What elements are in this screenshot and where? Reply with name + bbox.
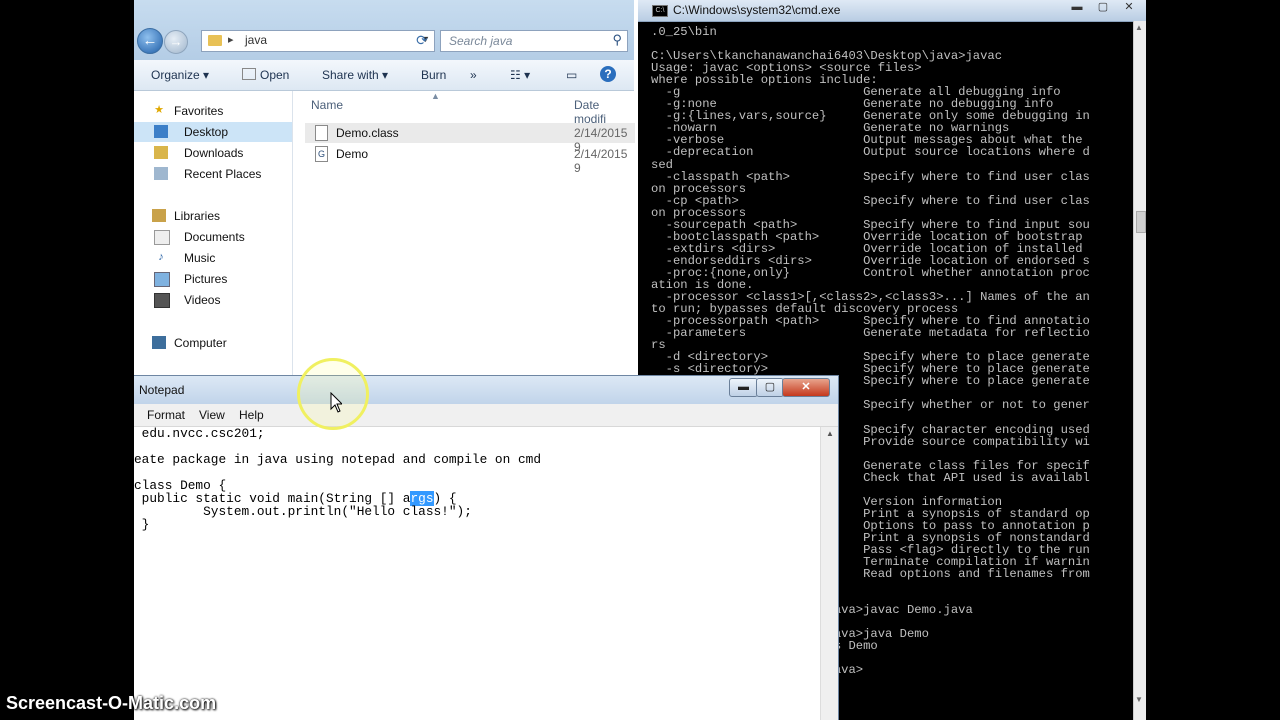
menu-help[interactable]: Help [239, 408, 264, 422]
notepad-window: Notepad ▬ ▢ ✕ Format View Help edu.nvcc.… [134, 375, 839, 720]
menu-bar: Format View Help [134, 404, 838, 427]
address-path: java [245, 33, 268, 47]
file-list: Name ▲ Date modifi Demo.class 2/14/2015 … [293, 91, 635, 380]
nav-item-recent-places[interactable]: Recent Places [134, 164, 292, 184]
organize-button[interactable]: Organize ▾ [151, 68, 209, 82]
nav-item-label: Pictures [184, 272, 228, 286]
music-icon: ♪ [158, 251, 164, 263]
documents-icon [154, 230, 170, 245]
scroll-up-icon[interactable]: ▲ [826, 429, 834, 438]
maximize-button[interactable]: ▢ [1090, 0, 1116, 15]
navigation-pane: ★ Favorites Desktop Downloads Recent Pla… [134, 91, 293, 380]
more-commands-button[interactable]: » [470, 68, 477, 82]
file-date: 2/14/2015 9 [574, 147, 628, 175]
close-button[interactable]: ✕ [782, 378, 830, 397]
nav-item-label: Documents [184, 230, 245, 244]
nav-item-label: Desktop [184, 125, 229, 139]
close-button[interactable]: ✕ [1116, 0, 1142, 15]
scroll-up-icon[interactable]: ▲ [1135, 23, 1143, 32]
java-file-icon: G [315, 146, 328, 162]
notepad-scrollbar[interactable]: ▲ [820, 427, 838, 720]
open-button[interactable]: Open [242, 68, 289, 82]
nav-favorites[interactable]: ★ Favorites [134, 101, 292, 121]
file-icon [315, 125, 328, 141]
recent-places-icon [154, 167, 168, 180]
menu-view[interactable]: View [199, 408, 225, 422]
address-bar[interactable]: ▸ java ▼ [201, 30, 435, 52]
nav-item-documents[interactable]: Documents [134, 227, 292, 247]
preview-pane-icon[interactable]: ▭ [566, 68, 577, 82]
mouse-pointer-icon [330, 392, 342, 413]
code-line: } [134, 517, 150, 532]
open-label: Open [260, 68, 290, 82]
nav-item-label: Music [184, 251, 216, 265]
share-with-button[interactable]: Share with ▾ [322, 68, 388, 82]
forward-button[interactable]: → [164, 30, 188, 54]
star-icon: ★ [154, 104, 164, 116]
search-input[interactable]: Search java ⚲ [440, 30, 628, 52]
file-row[interactable]: G Demo 2/14/2015 9 [305, 144, 635, 175]
nav-item-pictures[interactable]: Pictures [134, 269, 292, 289]
code-line: System.out.println("Hello class!"); [134, 504, 472, 519]
minimize-button[interactable]: ▬ [729, 378, 758, 397]
help-icon[interactable]: ? [600, 66, 616, 82]
nav-item-videos[interactable]: Videos [134, 290, 292, 310]
explorer-window: ← → ▸ java ▼ ⟳ Search java ⚲ Organize ▾ … [134, 0, 635, 380]
explorer-toolbar: Organize ▾ Open Share with ▾ Burn » ☷ ▾ … [134, 60, 634, 91]
file-name: Demo.class [336, 126, 399, 140]
search-icon[interactable]: ⚲ [612, 32, 622, 48]
nav-item-downloads[interactable]: Downloads [134, 143, 292, 163]
burn-button[interactable]: Burn [421, 68, 446, 82]
nav-libraries-label: Libraries [174, 209, 221, 223]
column-header-name[interactable]: Name [311, 98, 343, 112]
file-name: Demo [336, 147, 369, 161]
nav-item-label: Videos [184, 293, 221, 307]
code-line: edu.nvcc.csc201; [134, 427, 265, 441]
back-button[interactable]: ← [137, 28, 163, 54]
cmd-scrollbar[interactable]: ▲ ▼ [1133, 21, 1146, 720]
nav-computer[interactable]: Computer [134, 333, 292, 353]
notepad-title-bar[interactable]: Notepad ▬ ▢ ✕ [134, 376, 838, 404]
watermark: Screencast-O-Matic.com [6, 693, 217, 713]
nav-favorites-label: Favorites [174, 104, 224, 118]
explorer-nav-bar: ← → ▸ java ▼ ⟳ Search java ⚲ [134, 0, 634, 60]
nav-libraries[interactable]: Libraries [134, 206, 292, 226]
minimize-button[interactable]: ▬ [1064, 0, 1090, 15]
view-options-icon[interactable]: ☷ ▾ [510, 68, 530, 82]
column-header-date[interactable]: Date modifi [574, 98, 634, 126]
videos-icon [154, 293, 170, 308]
nav-item-desktop[interactable]: Desktop [134, 122, 292, 142]
scroll-thumb[interactable] [1136, 211, 1146, 233]
notepad-title: Notepad [139, 383, 185, 397]
desktop-area: ← → ▸ java ▼ ⟳ Search java ⚲ Organize ▾ … [134, 0, 1146, 720]
cmd-title-bar: C:\ C:\Windows\system32\cmd.exe ▬ ▢ ✕ [638, 0, 1146, 22]
code-line: eate package in java using notepad and c… [134, 452, 542, 467]
refresh-icon[interactable]: ⟳ [412, 30, 432, 50]
text-editor[interactable]: edu.nvcc.csc201; eate package in java us… [134, 427, 816, 720]
sort-caret-icon: ▲ [431, 91, 440, 101]
downloads-icon [154, 146, 168, 159]
desktop-icon [154, 125, 168, 138]
folder-icon [208, 35, 222, 46]
scroll-down-icon[interactable]: ▼ [1135, 695, 1143, 704]
breadcrumb-separator: ▸ [228, 34, 234, 46]
nav-item-label: Recent Places [184, 167, 262, 181]
libraries-icon [152, 209, 166, 222]
maximize-button[interactable]: ▢ [756, 378, 784, 397]
cmd-title: C:\Windows\system32\cmd.exe [673, 3, 841, 17]
search-placeholder: Search java [449, 34, 513, 48]
nav-computer-label: Computer [174, 336, 227, 350]
computer-icon [152, 336, 166, 349]
menu-format[interactable]: Format [147, 408, 185, 422]
pictures-icon [154, 272, 170, 287]
cmd-icon: C:\ [652, 5, 668, 17]
open-icon [242, 68, 256, 80]
file-row[interactable]: Demo.class 2/14/2015 9 [305, 123, 635, 154]
nav-item-label: Downloads [184, 146, 244, 160]
nav-item-music[interactable]: ♪ Music [134, 248, 292, 268]
